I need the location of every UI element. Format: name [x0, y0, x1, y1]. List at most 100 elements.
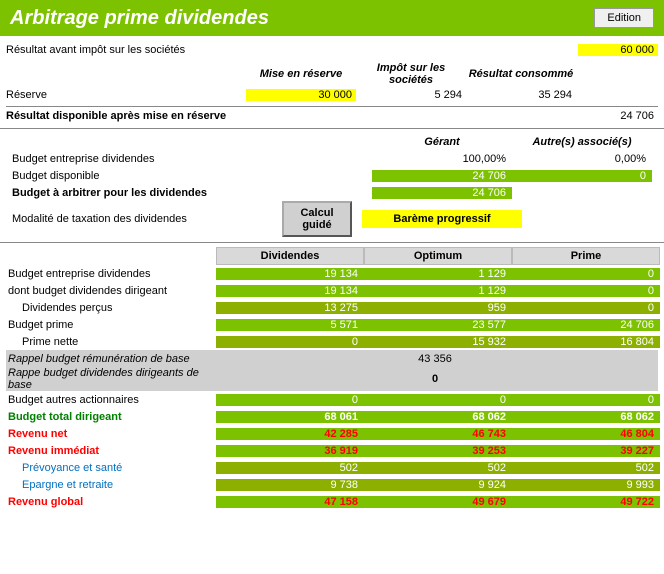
row-rappe-dividendes: Rappe budget dividendes dirigeants de ba…	[6, 367, 658, 391]
budget-total-label: Budget total dirigeant	[6, 411, 216, 423]
revenu-net-label: Revenu net	[6, 428, 216, 440]
rappel-remuneration-label: Rappel budget rémunération de base	[6, 353, 216, 365]
edition-button[interactable]: Edition	[594, 8, 654, 28]
row-budget-dirigeant: dont budget dividendes dirigeant 19 134 …	[6, 282, 658, 299]
epargne-prime: 9 993	[512, 479, 660, 491]
budget-prime-div: 5 571	[216, 319, 364, 331]
budget-dispo-label: Budget disponible	[12, 170, 372, 182]
revenu-immediat-prime: 39 227	[512, 445, 660, 457]
budget-entreprise-prime: 0	[512, 268, 660, 280]
col-resultat-consomme: Résultat consommé	[466, 68, 576, 80]
resultat-value: 60 000	[578, 44, 658, 56]
budget-arbitrer-row: Budget à arbitrer pour les dividendes 24…	[12, 184, 652, 201]
col-dividendes: Dividendes	[216, 247, 364, 265]
col-associes: Autre(s) associé(s)	[512, 136, 652, 148]
row-revenu-immediat: Revenu immédiat 36 919 39 253 39 227	[6, 442, 658, 459]
resultat-row: Résultat avant impôt sur les sociétés 60…	[6, 40, 658, 60]
budget-prime-label: Budget prime	[6, 319, 216, 331]
revenu-immediat-label: Revenu immédiat	[6, 445, 216, 457]
row-epargne: Epargne et retraite 9 738 9 924 9 993	[6, 476, 658, 493]
col-gerant: Gérant	[372, 136, 512, 148]
col-impot: Impôt sur les sociétés	[356, 62, 466, 86]
budget-entreprise-opt: 1 129	[364, 268, 512, 280]
resultat-consomme-value: 35 294	[466, 89, 576, 101]
reserve-value: 30 000	[246, 89, 356, 101]
section-resultat: Résultat avant impôt sur les sociétés 60…	[0, 36, 664, 126]
col-prime: Prime	[512, 247, 660, 265]
reserve-label: Réserve	[6, 89, 246, 101]
budget-dispo-gerant: 24 706	[372, 170, 512, 182]
revenu-net-div: 42 285	[216, 428, 364, 440]
reserve-row: Réserve 30 000 5 294 35 294	[6, 86, 658, 104]
autres-actionnaires-opt: 0	[364, 394, 512, 406]
dividendes-percus-prime: 0	[512, 302, 660, 314]
dividends-section: Dividendes Optimum Prime Budget entrepri…	[0, 245, 664, 512]
budget-total-div: 68 061	[216, 411, 364, 423]
fraction-gerant: 100,00%	[372, 153, 512, 165]
budget-arbitrer-label: Budget à arbitrer pour les dividendes	[12, 187, 372, 199]
rappel-remuneration-opt: 43 356	[364, 353, 512, 365]
prevoyance-prime: 502	[512, 462, 660, 474]
section-gerant: Gérant Autre(s) associé(s) Budget entrep…	[0, 131, 664, 240]
autres-actionnaires-prime: 0	[512, 394, 660, 406]
budget-entreprise-label: Budget entreprise dividendes	[6, 268, 216, 280]
fraction-associes: 0,00%	[512, 153, 652, 165]
page-title: Arbitrage prime dividendes	[10, 7, 269, 30]
prime-nette-div: 0	[216, 336, 364, 348]
rappe-dividendes-label: Rappe budget dividendes dirigeants de ba…	[6, 367, 216, 391]
budget-prime-prime: 24 706	[512, 319, 660, 331]
revenu-net-prime: 46 804	[512, 428, 660, 440]
dispo-label: Résultat disponible après mise en réserv…	[6, 110, 578, 122]
rappe-dividendes-opt: 0	[364, 373, 512, 385]
autres-actionnaires-label: Budget autres actionnaires	[6, 394, 216, 406]
revenu-immediat-opt: 39 253	[364, 445, 512, 457]
fraction-row: Budget entreprise dividendes 100,00% 0,0…	[12, 150, 652, 167]
row-autres-actionnaires: Budget autres actionnaires 0 0 0	[6, 391, 658, 408]
revenu-global-label: Revenu global	[6, 496, 216, 508]
budget-dispo-row: Budget disponible 24 706 0	[12, 167, 652, 184]
dividendes-percus-opt: 959	[364, 302, 512, 314]
budget-arbitrer-gerant: 24 706	[372, 187, 512, 199]
dispo-value: 24 706	[578, 110, 658, 122]
row-prime-nette: Prime nette 0 15 932 16 804	[6, 333, 658, 350]
calcul-guide-button[interactable]: Calculguidé	[282, 201, 352, 237]
div-col-headers: Dividendes Optimum Prime	[6, 247, 658, 265]
budget-dirigeant-label: dont budget dividendes dirigeant	[6, 285, 216, 297]
prime-nette-prime: 16 804	[512, 336, 660, 348]
budget-dirigeant-div: 19 134	[216, 285, 364, 297]
header: Arbitrage prime dividendes Edition	[0, 0, 664, 36]
budget-dirigeant-prime: 0	[512, 285, 660, 297]
fraction-label: Budget entreprise dividendes	[12, 153, 372, 165]
dispo-row: Résultat disponible après mise en réserv…	[6, 106, 658, 124]
epargne-opt: 9 924	[364, 479, 512, 491]
impot-value: 5 294	[356, 89, 466, 101]
revenu-global-opt: 49 679	[364, 496, 512, 508]
row-budget-entreprise: Budget entreprise dividendes 19 134 1 12…	[6, 265, 658, 282]
bareme-value: Barème progressif	[362, 210, 522, 228]
row-budget-total: Budget total dirigeant 68 061 68 062 68 …	[6, 408, 658, 425]
col-optimum: Optimum	[364, 247, 512, 265]
dividendes-percus-div: 13 275	[216, 302, 364, 314]
revenu-net-opt: 46 743	[364, 428, 512, 440]
budget-total-opt: 68 062	[364, 411, 512, 423]
row-revenu-net: Revenu net 42 285 46 743 46 804	[6, 425, 658, 442]
budget-dirigeant-opt: 1 129	[364, 285, 512, 297]
row-dividendes-percus: Dividendes perçus 13 275 959 0	[6, 299, 658, 316]
autres-actionnaires-div: 0	[216, 394, 364, 406]
revenu-global-prime: 49 722	[512, 496, 660, 508]
prevoyance-opt: 502	[364, 462, 512, 474]
revenu-global-div: 47 158	[216, 496, 364, 508]
epargne-label: Epargne et retraite	[6, 479, 216, 491]
budget-total-prime: 68 062	[512, 411, 660, 423]
prime-nette-label: Prime nette	[6, 336, 216, 348]
modalite-label: Modalité de taxation des dividendes	[12, 213, 282, 225]
budget-prime-opt: 23 577	[364, 319, 512, 331]
dividendes-percus-label: Dividendes perçus	[6, 302, 216, 314]
budget-entreprise-div: 19 134	[216, 268, 364, 280]
revenu-immediat-div: 36 919	[216, 445, 364, 457]
row-prevoyance: Prévoyance et santé 502 502 502	[6, 459, 658, 476]
reserve-col-headers: Mise en réserve Impôt sur les sociétés R…	[6, 62, 658, 86]
prevoyance-label: Prévoyance et santé	[6, 462, 216, 474]
budget-dispo-associes: 0	[512, 170, 652, 182]
prevoyance-div: 502	[216, 462, 364, 474]
